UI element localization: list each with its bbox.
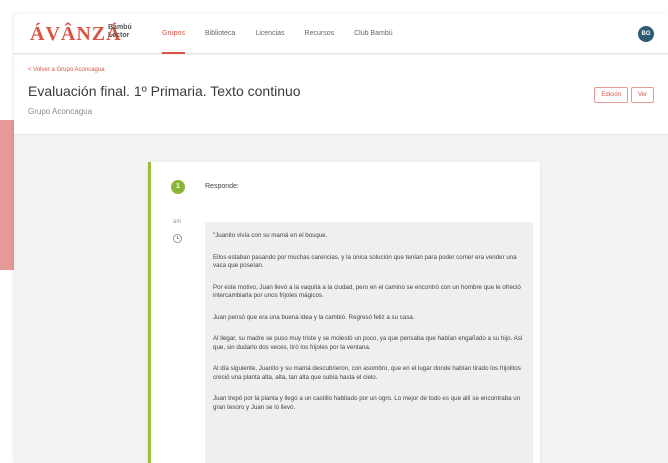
nav-item-grupos[interactable]: Grupos: [162, 14, 185, 54]
page-title: Evaluación final. 1º Primaria. Texto con…: [28, 83, 301, 99]
nav-item-club-bambu[interactable]: Club Bambú: [354, 14, 393, 54]
user-avatar[interactable]: BG: [638, 26, 654, 42]
side-label: am: [173, 219, 182, 225]
nav-item-biblioteca[interactable]: Biblioteca: [205, 14, 235, 54]
decorative-accent-strip: [0, 120, 14, 270]
page-header: < Volver a Grupo Aconcagua Evaluación fi…: [14, 55, 668, 135]
reading-text-box: "Juanito vivía con su mamá en el bosque.…: [205, 222, 533, 463]
main-nav: Grupos Biblioteca Licencias Recursos Clu…: [162, 14, 393, 54]
nav-item-licencias[interactable]: Licencias: [255, 14, 284, 54]
text-paragraph: Al día siguiente, Juanito y su mamá desc…: [213, 365, 521, 381]
text-paragraph: Por este motivo, Juan llevó a la vaquita…: [213, 283, 521, 300]
step-number-badge: 1: [171, 180, 185, 194]
app-window: ÁVÂNZÁ Bambú Lector Grupos Biblioteca Li…: [14, 14, 668, 463]
question-prompt: Responde:: [205, 183, 239, 190]
text-paragraph: Juan pensó que era una buena idea y la c…: [213, 313, 415, 321]
app-logo-subtitle: Bambú Lector: [108, 24, 132, 39]
nav-item-recursos[interactable]: Recursos: [305, 14, 335, 54]
ver-button[interactable]: Ver: [630, 87, 654, 103]
edicion-button[interactable]: Edición: [594, 87, 628, 103]
question-card: 1 am Responde: "Juanito vivía con su mam…: [148, 162, 540, 463]
clock-icon: [173, 234, 182, 243]
text-paragraph: Al llegar, su madre se puso muy triste y…: [213, 335, 523, 351]
text-paragraph: "Juanito vivía con su mamá en el bosque.: [213, 232, 328, 239]
text-paragraph: Ellos estaban pasando por muchas carenci…: [213, 253, 517, 270]
page-subtitle: Grupo Aconcagua: [28, 107, 93, 116]
top-navigation-bar: ÁVÂNZÁ Bambú Lector Grupos Biblioteca Li…: [14, 14, 668, 54]
back-link[interactable]: < Volver a Grupo Aconcagua: [28, 67, 105, 73]
text-paragraph: Juan trepó por la planta y llegó a un ca…: [213, 395, 521, 411]
